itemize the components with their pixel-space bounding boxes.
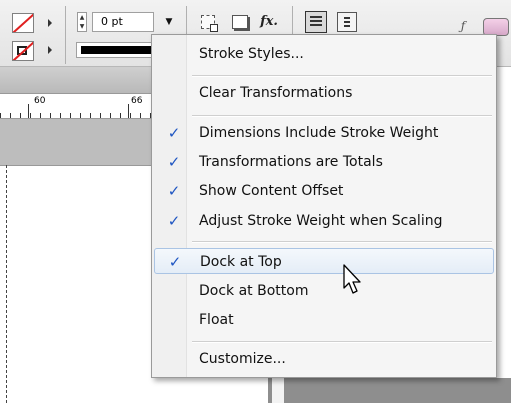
fill-menu-arrow-icon[interactable] [48, 19, 52, 27]
stroke-type-selector[interactable] [76, 42, 156, 58]
menu-item-adjust-stroke-weight-when-scaling[interactable]: ✓ Adjust Stroke Weight when Scaling [154, 208, 494, 234]
stroke-weight-spinner-icon[interactable]: ▲ ▼ [77, 12, 87, 32]
menu-item-show-content-offset[interactable]: ✓ Show Content Offset [154, 178, 494, 204]
page-edge-guide [6, 165, 7, 403]
stroke-weight-dropdown-icon[interactable]: ▼ [160, 15, 178, 29]
effects-fx-icon[interactable]: fx. [258, 12, 280, 32]
toolbar-divider [186, 6, 187, 34]
menu-item-stroke-styles[interactable]: Stroke Styles... [154, 41, 494, 67]
check-icon: ✓ [167, 153, 181, 171]
italic-f-icon[interactable]: ƒ [452, 16, 474, 36]
menu-item-label: Dock at Top [200, 254, 282, 270]
toolbar-divider [65, 6, 66, 64]
check-icon: ✓ [167, 212, 181, 230]
stroke-menu-arrow-icon[interactable] [48, 46, 52, 54]
menu-item-label: Clear Transformations [199, 85, 353, 101]
menu-item-label: Transformations are Totals [199, 154, 383, 170]
menu-item-dock-at-bottom[interactable]: Dock at Bottom [154, 278, 494, 304]
menu-item-label: Dimensions Include Stroke Weight [199, 125, 439, 141]
control-panel-flyout-menu: Stroke Styles... Clear Transformations ✓… [151, 34, 497, 378]
menu-item-clear-transformations[interactable]: Clear Transformations [154, 80, 494, 106]
toolbar-divider [292, 6, 293, 34]
menu-item-dock-at-top[interactable]: ✓ Dock at Top [154, 248, 494, 274]
ruler-tick-label: 66 [131, 96, 143, 106]
ruler-tick-label: 60 [34, 96, 46, 106]
frame-fit-icon[interactable] [201, 15, 218, 32]
check-icon: ✓ [167, 124, 181, 142]
document-tab-strip [0, 67, 160, 94]
menu-item-label: Dock at Bottom [199, 283, 309, 299]
menu-separator [192, 241, 492, 243]
text-wrap-icon[interactable] [337, 12, 357, 32]
menu-item-label: Float [199, 312, 234, 328]
drop-shadow-icon[interactable] [232, 15, 248, 29]
menu-item-label: Stroke Styles... [199, 46, 304, 62]
menu-item-label: Show Content Offset [199, 183, 344, 199]
menu-separator [192, 75, 492, 77]
menu-item-label: Customize... [199, 351, 286, 367]
mouse-pointer-icon [343, 264, 361, 294]
stroke-weight-input[interactable]: 0 pt [92, 12, 154, 32]
pasteboard-area [268, 378, 511, 403]
stroke-swatch-icon[interactable] [12, 41, 34, 61]
menu-item-dimensions-include-stroke-weight[interactable]: ✓ Dimensions Include Stroke Weight [154, 120, 494, 146]
menu-separator [192, 341, 492, 343]
check-icon: ✓ [168, 253, 182, 271]
menu-item-label: Adjust Stroke Weight when Scaling [199, 213, 443, 229]
menu-item-float[interactable]: Float [154, 307, 494, 333]
check-icon: ✓ [167, 182, 181, 200]
menu-item-customize[interactable]: Customize... [154, 346, 494, 372]
menu-item-transformations-are-totals[interactable]: ✓ Transformations are Totals [154, 149, 494, 175]
page-margin-strip [272, 378, 284, 403]
pasteboard-band [0, 119, 160, 166]
menu-separator [192, 115, 492, 117]
align-left-icon[interactable] [305, 11, 327, 33]
fill-swatch-icon[interactable] [12, 13, 34, 33]
